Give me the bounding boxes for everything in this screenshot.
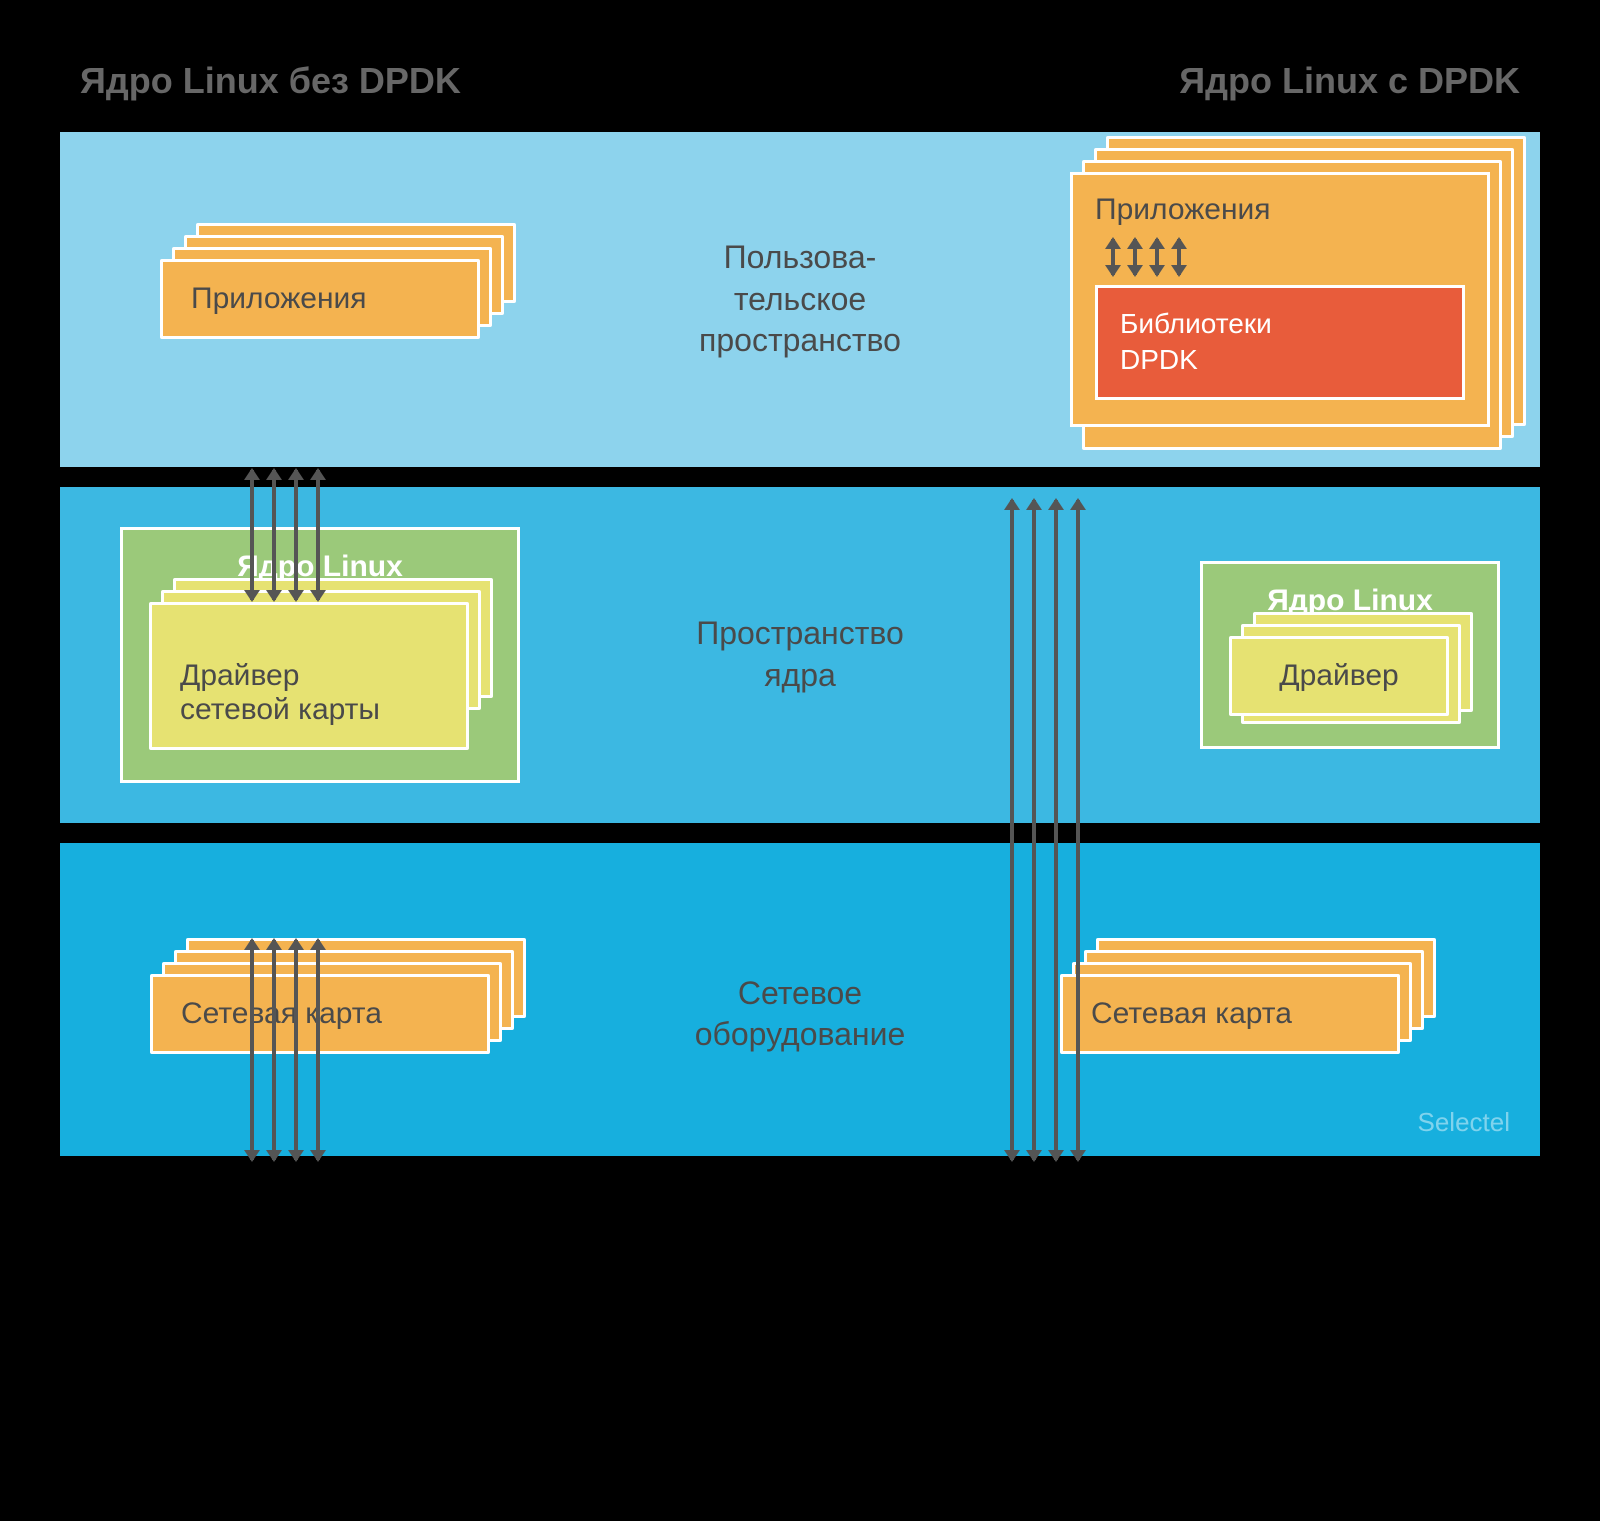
dpdk-lib-box: Библиотеки DPDK (1095, 285, 1465, 400)
nic-left-card: Сетевая карта (150, 974, 490, 1054)
nic-right-stack: Сетевая карта (1060, 974, 1400, 1054)
apps-left-card: Приложения (160, 259, 480, 339)
layer-userspace: Приложения Пользова- тельское пространст… (60, 132, 1540, 467)
nic-right-label: Сетевая карта (1091, 997, 1292, 1030)
diagram-titles: Ядро Linux без DPDK Ядро Linux с DPDK (0, 0, 1600, 132)
apps-left-label: Приложения (191, 282, 367, 315)
kernel-box-right: Ядро Linux Драйвер (1200, 561, 1500, 749)
internal-arrows (1111, 239, 1481, 275)
apps-right-stack: Приложения Библиотеки DPDK (1070, 172, 1490, 427)
arrows-l2l3-left (250, 940, 320, 1160)
apps-right-title: Приложения (1095, 193, 1465, 227)
driver-left-label: Драйвер сетевой карты (180, 659, 380, 726)
arrows-bypass-right (1010, 500, 1080, 1160)
arrows-l1l2-left (250, 470, 320, 600)
kernel-box-left: Ядро Linux Драйвер сетевой карты (120, 527, 520, 783)
hardware-label: Сетевое оборудование (560, 973, 1040, 1056)
apps-right-card: Приложения Библиотеки DPDK (1070, 172, 1490, 427)
watermark: Selectel (1418, 1107, 1511, 1138)
kernelspace-label: Пространство ядра (560, 613, 1040, 696)
title-left: Ядро Linux без DPDK (80, 60, 461, 102)
apps-left-stack: Приложения (160, 259, 480, 339)
driver-left-card: Драйвер сетевой карты (149, 602, 469, 750)
userspace-label: Пользова- тельское пространство (560, 237, 1040, 362)
nic-right-card: Сетевая карта (1060, 974, 1400, 1054)
driver-right-label: Драйвер (1279, 659, 1398, 692)
nic-left-stack: Сетевая карта (150, 974, 490, 1054)
driver-right-card: Драйвер (1229, 636, 1449, 716)
title-right: Ядро Linux с DPDK (1179, 60, 1520, 102)
dpdk-lib-label: Библиотеки DPDK (1120, 308, 1272, 375)
